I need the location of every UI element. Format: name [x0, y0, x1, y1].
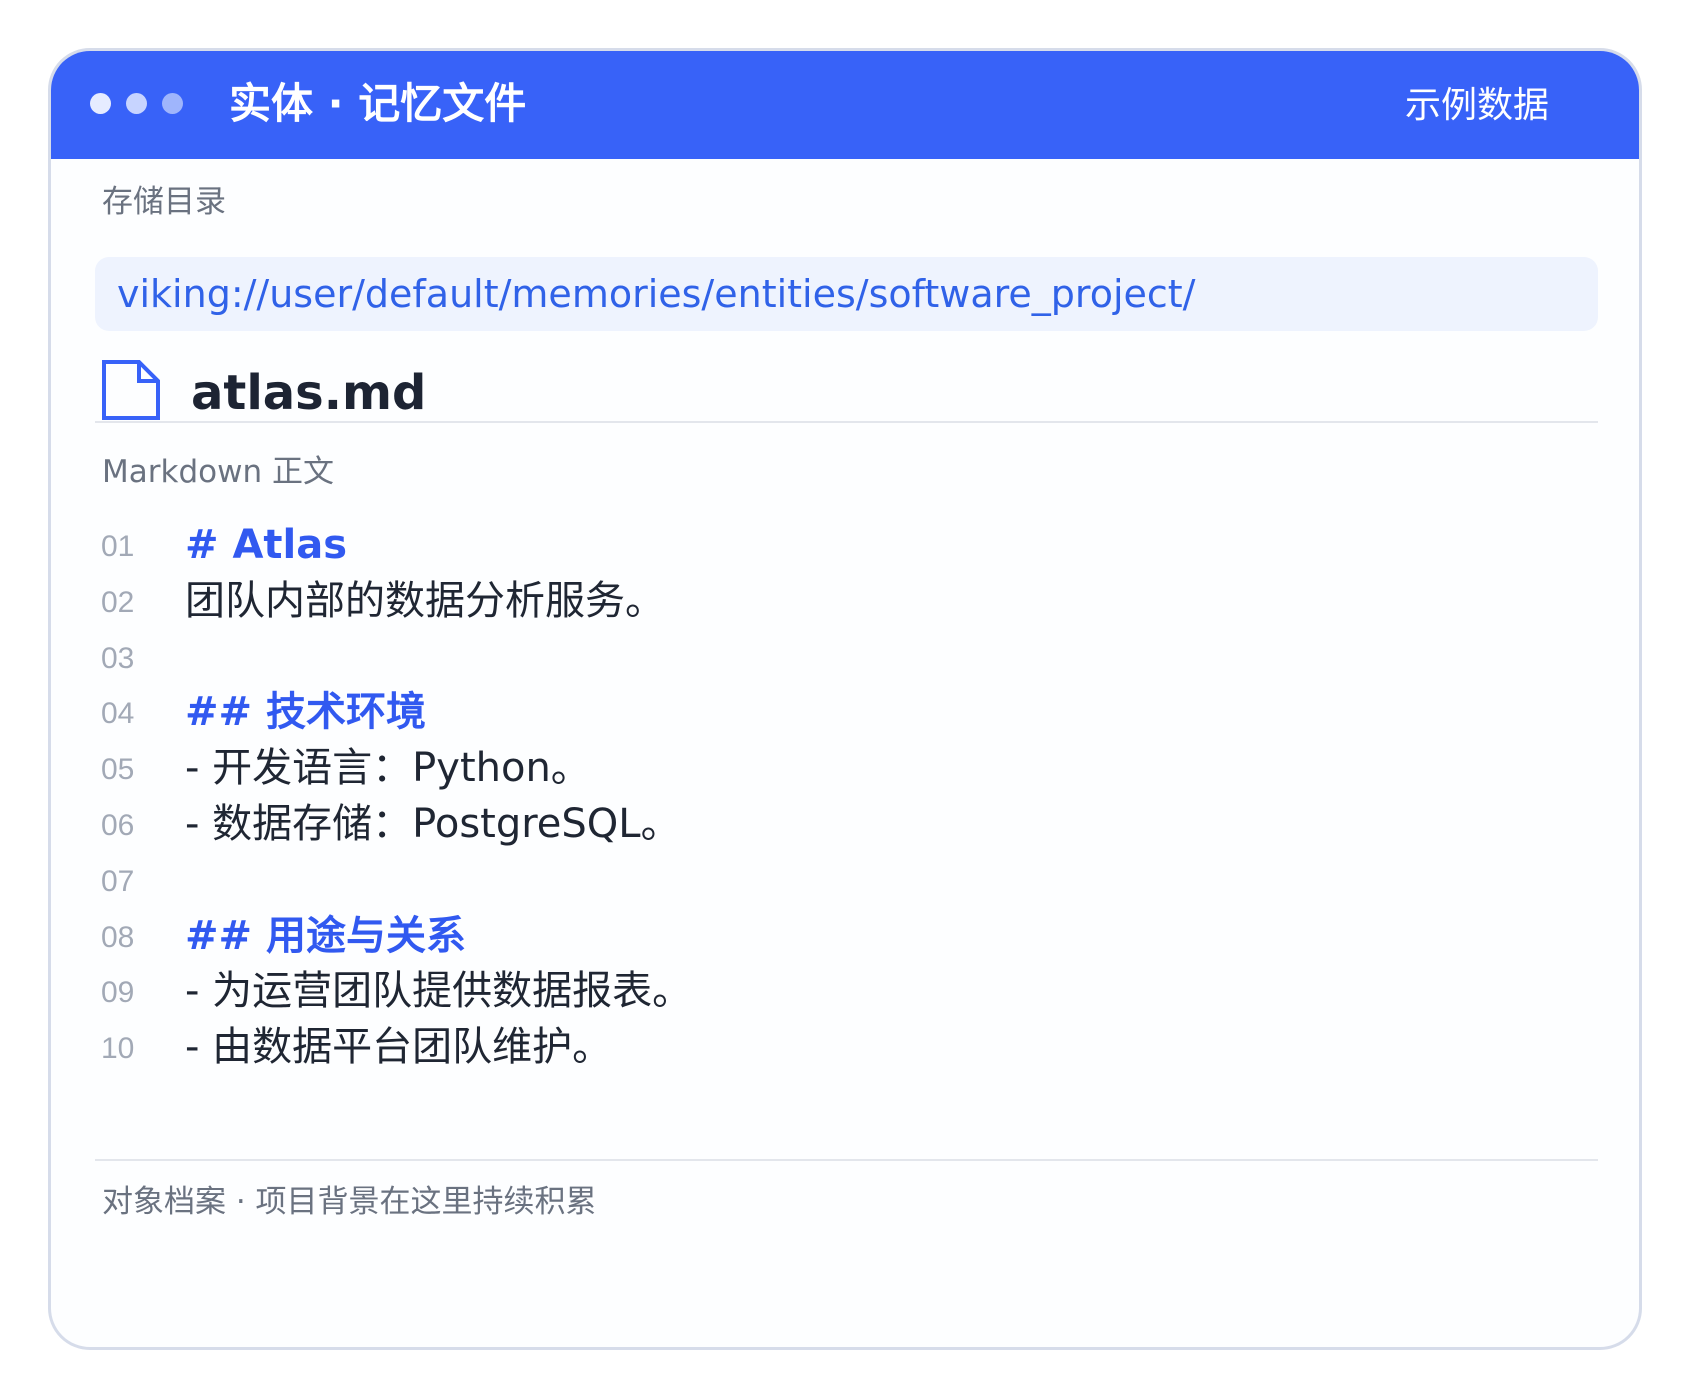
footer-caption: 对象档案 · 项目背景在这里持续积累	[102, 1184, 597, 1220]
window-title: 实体 · 记忆文件	[229, 79, 527, 128]
markdown-heading: # Atlas	[185, 522, 348, 568]
markdown-label: Markdown 正文	[102, 454, 334, 490]
storage-path[interactable]: viking://user/default/memories/entities/…	[95, 257, 1598, 331]
markdown-line: 09 - 为运营团队提供数据报表。	[51, 961, 1591, 1021]
markdown-text: - 由数据平台团队维护。	[185, 1024, 613, 1071]
markdown-heading: ## 用途与关系	[185, 912, 466, 959]
line-number: 04	[101, 697, 135, 731]
window-control-dot-3[interactable]	[162, 93, 183, 114]
window-control-dot-1[interactable]	[90, 93, 111, 114]
line-number: 01	[101, 530, 135, 563]
markdown-line: 08 ## 用途与关系	[51, 906, 1591, 966]
file-name: atlas.md	[191, 365, 427, 421]
markdown-line: 01 # Atlas	[51, 515, 1591, 575]
line-number: 02	[101, 585, 135, 619]
markdown-text: 团队内部的数据分析服务。	[185, 577, 665, 624]
markdown-text: - 数据存储：PostgreSQL。	[185, 801, 681, 847]
markdown-text: - 开发语言：Python。	[185, 745, 591, 792]
line-number: 06	[101, 809, 135, 842]
markdown-line: 10 - 由数据平台团队维护。	[51, 1017, 1591, 1077]
line-number: 09	[101, 976, 135, 1010]
line-number: 08	[101, 920, 135, 954]
markdown-line: 06 - 数据存储：PostgreSQL。	[51, 794, 1591, 854]
file-icon	[102, 360, 160, 420]
sample-data-tag: 示例数据	[1404, 85, 1549, 126]
markdown-line: 04 ## 技术环境	[51, 682, 1591, 742]
window-control-dot-2[interactable]	[126, 93, 147, 114]
title-bar: 实体 · 记忆文件 示例数据	[51, 51, 1639, 159]
line-number: 07	[101, 864, 135, 898]
footer-divider	[95, 1159, 1598, 1161]
markdown-heading: ## 技术环境	[185, 689, 426, 736]
line-number: 10	[101, 1032, 135, 1066]
markdown-line: 02 团队内部的数据分析服务。	[51, 571, 1591, 631]
markdown-text: - 为运营团队提供数据报表。	[185, 968, 693, 1015]
memory-file-window: 实体 · 记忆文件 示例数据 存储目录 viking://user/defaul…	[48, 48, 1642, 1350]
line-number: 03	[101, 641, 135, 675]
markdown-line: 05 - 开发语言：Python。	[51, 738, 1591, 798]
markdown-line: 03	[51, 627, 1591, 687]
markdown-line: 07	[51, 850, 1591, 910]
header-divider	[95, 421, 1598, 423]
storage-label: 存储目录	[102, 184, 226, 220]
line-number: 05	[101, 753, 135, 787]
